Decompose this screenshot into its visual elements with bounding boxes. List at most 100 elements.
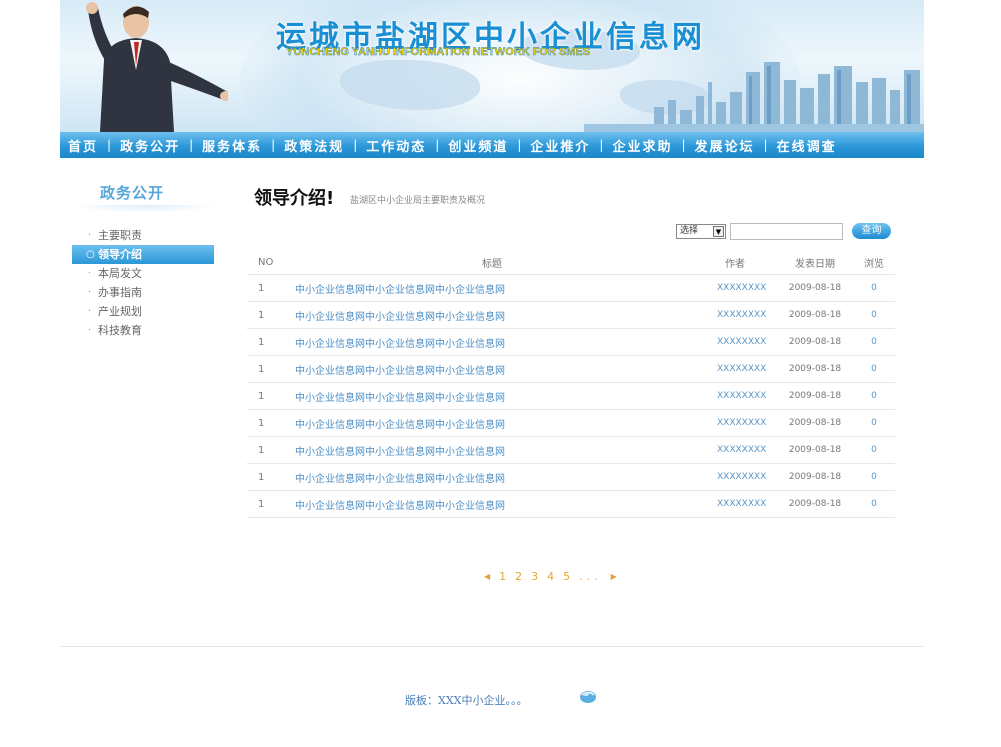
cell-date: 2009-08-18 <box>788 418 842 428</box>
pagination: ◀ 1 2 3 4 5 ... ▶ <box>484 570 626 583</box>
page-link-3[interactable]: 3 <box>531 570 538 583</box>
table-row: 1 中小企业信息网中小企业信息网中小企业信息网 XXXXXXXX 2009-08-18… <box>247 356 895 383</box>
nav-item-forum[interactable]: 发展论坛 <box>695 136 755 155</box>
select-value: 选择 <box>680 226 699 236</box>
cell-no: 1 <box>258 444 265 456</box>
nav-item-policies[interactable]: 政策法规 <box>284 136 344 155</box>
nav-item-startup-channel[interactable]: 创业频道 <box>448 136 508 155</box>
table-row: 1 中小企业信息网中小企业信息网中小企业信息网 XXXXXXXX 2009-08-18… <box>247 410 895 437</box>
page-link-5[interactable]: 5 <box>563 570 570 583</box>
nav-separator: | <box>353 138 358 152</box>
bullet-icon: · <box>88 287 92 298</box>
sidebar-item-service-guide[interactable]: · 办事指南 <box>72 283 214 302</box>
cell-no: 1 <box>258 282 265 294</box>
prev-page-icon[interactable]: ◀ <box>484 572 490 581</box>
cell-author-link[interactable]: XXXXXXXX <box>697 499 777 509</box>
cell-author-link[interactable]: XXXXXXXX <box>697 472 777 482</box>
nav-item-work-news[interactable]: 工作动态 <box>366 136 426 155</box>
sidebar-item-label: 科技教育 <box>98 324 142 337</box>
cell-title-link[interactable]: 中小企业信息网中小企业信息网中小企业信息网 <box>287 470 697 485</box>
sidebar-item-label: 办事指南 <box>98 286 142 299</box>
cell-author-link[interactable]: XXXXXXXX <box>697 418 777 428</box>
category-select[interactable]: 选择 ▼ <box>676 224 726 239</box>
table-row: 1 中小企业信息网中小企业信息网中小企业信息网 XXXXXXXX 2009-08-18… <box>247 275 895 302</box>
cell-no: 1 <box>258 471 265 483</box>
cell-date: 2009-08-18 <box>788 310 842 320</box>
cell-author-link[interactable]: XXXXXXXX <box>697 391 777 401</box>
cell-title-link[interactable]: 中小企业信息网中小企业信息网中小企业信息网 <box>287 335 697 350</box>
cell-title-link[interactable]: 中小企业信息网中小企业信息网中小企业信息网 <box>287 443 697 458</box>
cell-views: 0 <box>871 472 877 482</box>
cell-no: 1 <box>258 390 265 402</box>
article-table: NO 标题 作者 发表日期 浏览 1 中小企业信息网中小企业信息网中小企业信息网 X… <box>247 251 895 518</box>
cell-no: 1 <box>258 336 265 348</box>
nav-item-online-survey[interactable]: 在线调查 <box>777 136 837 155</box>
cell-date: 2009-08-18 <box>788 472 842 482</box>
cell-title-link[interactable]: 中小企业信息网中小企业信息网中小企业信息网 <box>287 416 697 431</box>
nav-item-government-affairs[interactable]: 政务公开 <box>120 136 180 155</box>
sidebar-item-bureau-documents[interactable]: · 本局发文 <box>72 264 214 283</box>
nav-item-enterprise-help[interactable]: 企业求助 <box>612 136 672 155</box>
cell-author-link[interactable]: XXXXXXXX <box>697 337 777 347</box>
page-link-2[interactable]: 2 <box>515 570 522 583</box>
sidebar-menu: · 主要职责 ○ 领导介绍 · 本局发文 · 办事指南 · 产业规划 · 科技教… <box>72 226 214 340</box>
sidebar-title: 政务公开 <box>100 184 165 202</box>
next-page-icon[interactable]: ▶ <box>611 572 617 581</box>
sidebar-title-underline <box>70 205 220 213</box>
cell-author-link[interactable]: XXXXXXXX <box>697 445 777 455</box>
page-ellipsis: ... <box>579 570 602 583</box>
search-input[interactable] <box>730 223 843 240</box>
bullet-icon: · <box>88 268 92 279</box>
bullet-icon: · <box>88 230 92 241</box>
sidebar-item-leadership[interactable]: ○ 领导介绍 <box>72 245 214 264</box>
column-header-author: 作者 <box>725 259 745 270</box>
cell-date: 2009-08-18 <box>788 391 842 401</box>
cell-title-link[interactable]: 中小企业信息网中小企业信息网中小企业信息网 <box>287 281 697 296</box>
cell-title-link[interactable]: 中小企业信息网中小企业信息网中小企业信息网 <box>287 389 697 404</box>
nav-separator: | <box>599 138 604 152</box>
cell-title-link[interactable]: 中小企业信息网中小企业信息网中小企业信息网 <box>287 497 697 512</box>
table-row: 1 中小企业信息网中小企业信息网中小企业信息网 XXXXXXXX 2009-08-18… <box>247 464 895 491</box>
dropdown-arrow-icon[interactable]: ▼ <box>713 226 724 237</box>
cell-author-link[interactable]: XXXXXXXX <box>697 283 777 293</box>
cell-no: 1 <box>258 309 265 321</box>
cell-views: 0 <box>871 391 877 401</box>
sidebar-item-main-duties[interactable]: · 主要职责 <box>72 226 214 245</box>
search-button[interactable]: 查询 <box>852 223 891 239</box>
cell-date: 2009-08-18 <box>788 499 842 509</box>
column-header-no: NO <box>258 257 274 268</box>
page-link-4[interactable]: 4 <box>547 570 554 583</box>
nav-item-home[interactable]: 首页 <box>68 136 98 155</box>
cell-author-link[interactable]: XXXXXXXX <box>697 310 777 320</box>
table-body: 1 中小企业信息网中小企业信息网中小企业信息网 XXXXXXXX 2009-08-18… <box>247 275 895 518</box>
cell-date: 2009-08-18 <box>788 445 842 455</box>
nav-separator: | <box>763 138 768 152</box>
city-skyline-image <box>584 62 924 132</box>
cell-views: 0 <box>871 445 877 455</box>
sidebar-item-label: 主要职责 <box>98 229 142 242</box>
cell-title-link[interactable]: 中小企业信息网中小企业信息网中小企业信息网 <box>287 362 697 377</box>
sidebar-item-label: 本局发文 <box>98 267 142 280</box>
circle-bullet-icon: ○ <box>86 249 95 260</box>
page-description: 盐湖区中小企业局主要职责及概况 <box>350 196 486 206</box>
table-header-row: NO 标题 作者 发表日期 浏览 <box>247 251 895 275</box>
bullet-icon: · <box>88 325 92 336</box>
cell-no: 1 <box>258 498 265 510</box>
nav-item-service-system[interactable]: 服务体系 <box>202 136 262 155</box>
sidebar-item-industry-planning[interactable]: · 产业规划 <box>72 302 214 321</box>
sidebar-item-tech-education[interactable]: · 科技教育 <box>72 321 214 340</box>
cell-views: 0 <box>871 337 877 347</box>
footer-divider <box>60 646 924 647</box>
nav-separator: | <box>435 138 440 152</box>
table-row: 1 中小企业信息网中小企业信息网中小企业信息网 XXXXXXXX 2009-08-18… <box>247 302 895 329</box>
cell-views: 0 <box>871 499 877 509</box>
page-link-1[interactable]: 1 <box>499 570 506 583</box>
cell-title-link[interactable]: 中小企业信息网中小企业信息网中小企业信息网 <box>287 308 697 323</box>
table-row: 1 中小企业信息网中小企业信息网中小企业信息网 XXXXXXXX 2009-08-18… <box>247 329 895 356</box>
cell-date: 2009-08-18 <box>788 364 842 374</box>
footer-copyright: 版板：XXX中小企业。。。 <box>405 694 528 707</box>
cell-author-link[interactable]: XXXXXXXX <box>697 364 777 374</box>
nav-item-enterprise-promotion[interactable]: 企业推介 <box>530 136 590 155</box>
sidebar-item-label: 产业规划 <box>98 305 142 318</box>
globe-icon <box>580 691 596 703</box>
